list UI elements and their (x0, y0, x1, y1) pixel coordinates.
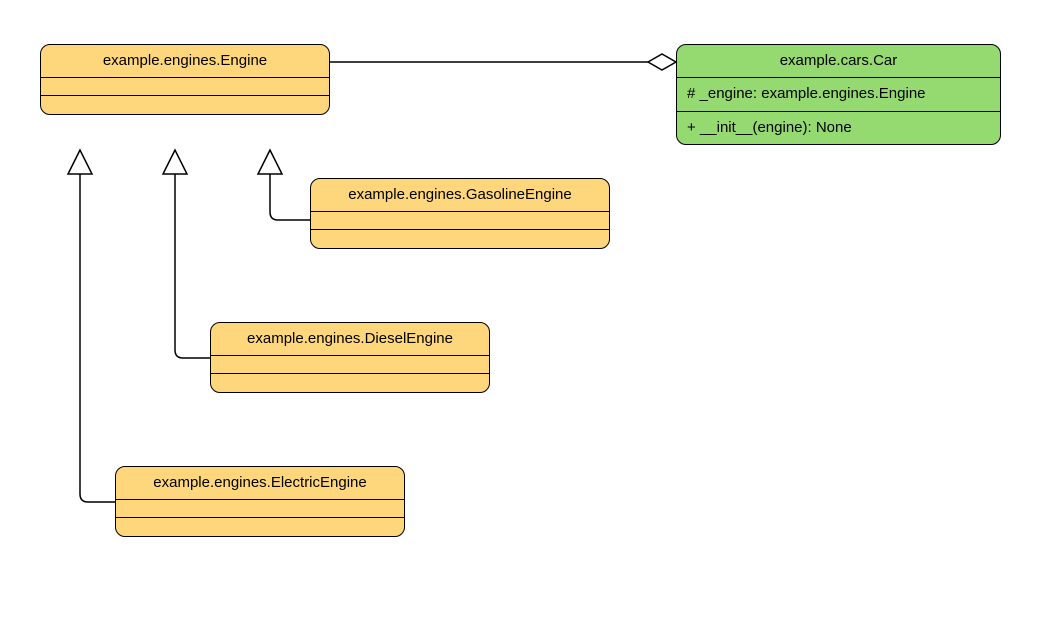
class-electric-title: example.engines.ElectricEngine (116, 467, 404, 500)
class-diesel-attrs (211, 356, 489, 374)
class-engine-attrs (41, 78, 329, 96)
class-diesel: example.engines.DieselEngine (210, 322, 490, 393)
class-car-title: example.cars.Car (677, 45, 1000, 78)
generalization-diesel (163, 150, 210, 358)
class-car-attrs: # _engine: example.engines.Engine (677, 78, 1000, 111)
class-electric-attrs (116, 500, 404, 518)
generalization-electric (68, 150, 115, 502)
class-electric-ops (116, 518, 404, 536)
class-gasoline-title: example.engines.GasolineEngine (311, 179, 609, 212)
aggregation-engine-car (330, 54, 676, 70)
class-gasoline: example.engines.GasolineEngine (310, 178, 610, 249)
class-engine-title: example.engines.Engine (41, 45, 329, 78)
class-electric: example.engines.ElectricEngine (115, 466, 405, 537)
class-gasoline-attrs (311, 212, 609, 230)
class-car-op-0: + __init__(engine): None (687, 118, 990, 138)
class-gasoline-ops (311, 230, 609, 248)
class-diesel-title: example.engines.DieselEngine (211, 323, 489, 356)
generalization-gasoline (258, 150, 310, 220)
class-diesel-ops (211, 374, 489, 392)
class-car-attr-0: # _engine: example.engines.Engine (687, 84, 990, 104)
class-engine-ops (41, 96, 329, 114)
class-car-ops: + __init__(engine): None (677, 112, 1000, 144)
class-car: example.cars.Car # _engine: example.engi… (676, 44, 1001, 145)
class-engine: example.engines.Engine (40, 44, 330, 115)
